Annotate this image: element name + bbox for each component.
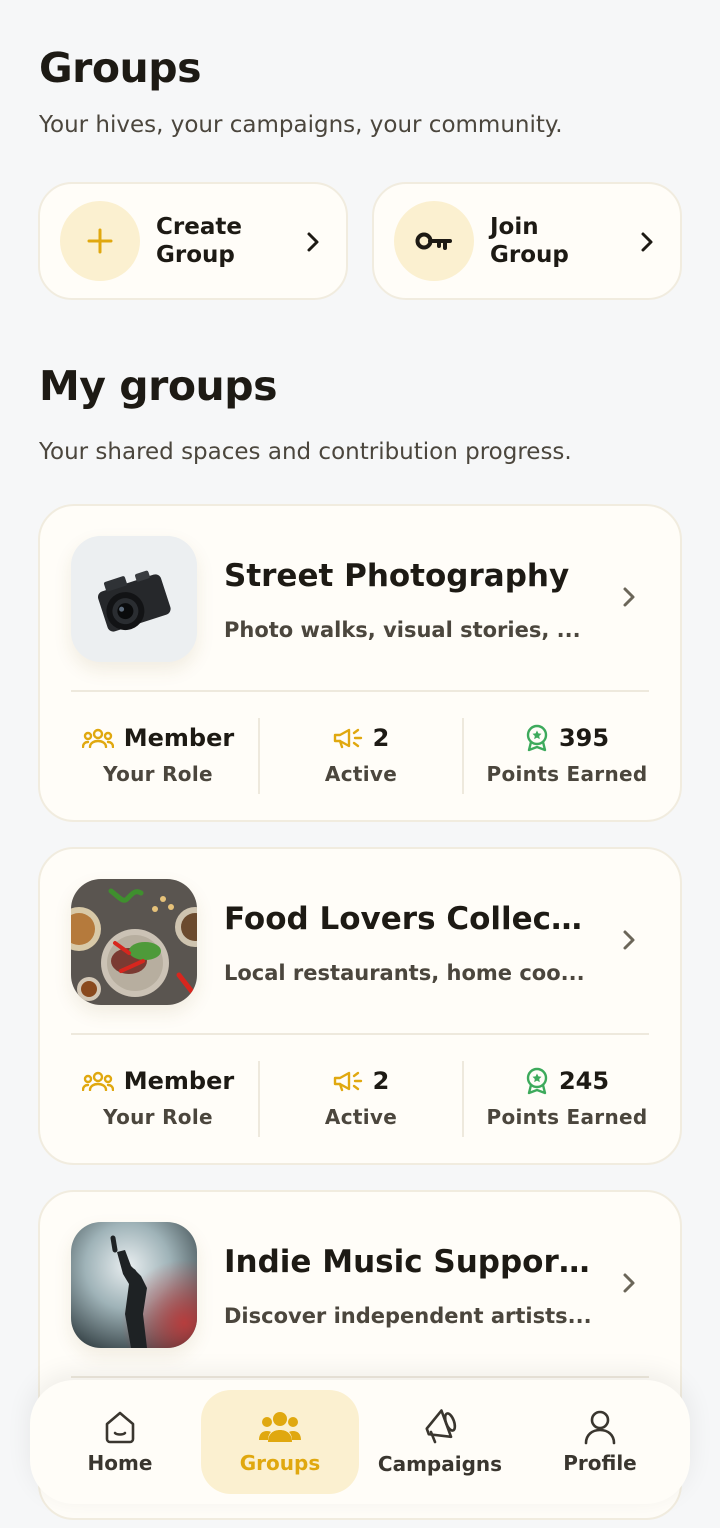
nav-item-campaigns[interactable]: Campaigns	[361, 1390, 519, 1494]
group-thumbnail-camera	[71, 536, 197, 662]
create-group-button[interactable]: Create Group	[38, 182, 348, 300]
nav-label: Profile	[563, 1451, 637, 1475]
stat-active-value: 2	[372, 724, 390, 752]
group-name: Indie Music Support...	[224, 1244, 594, 1280]
group-description: Discover independent artists...	[224, 1304, 592, 1328]
stat-active-label: Active	[324, 1105, 398, 1129]
key-icon	[394, 201, 474, 281]
group-name: Food Lovers Collect...	[224, 901, 594, 937]
card-divider	[71, 690, 649, 692]
stat-active-label: Active	[324, 762, 398, 786]
stat-active: 2 Active	[258, 1061, 464, 1137]
section-title: My groups	[39, 362, 277, 410]
chevron-right-icon	[623, 930, 635, 950]
stat-role-label: Your Role	[103, 762, 213, 786]
group-thumbnail-food	[71, 879, 197, 1005]
megaphone-icon	[425, 1409, 457, 1444]
members-icon	[81, 1071, 114, 1091]
card-divider	[71, 1033, 649, 1035]
stat-role-label: Your Role	[103, 1105, 213, 1129]
chevron-right-icon	[623, 587, 635, 607]
award-icon	[526, 1067, 548, 1095]
megaphone-small-icon	[333, 728, 362, 749]
join-group-button[interactable]: Join Group	[372, 182, 682, 300]
section-subtitle: Your shared spaces and contribution prog…	[39, 439, 572, 465]
bottom-nav: Home Groups Campaigns Profile	[30, 1380, 690, 1504]
stat-points-label: Points Earned	[486, 1105, 648, 1129]
award-icon	[526, 724, 548, 752]
group-card-food-lovers[interactable]: Food Lovers Collect... Local restaurants…	[38, 847, 682, 1165]
stat-points-value: 245	[558, 1067, 610, 1095]
card-divider	[71, 1376, 649, 1378]
stat-points: 395 Points Earned	[464, 716, 670, 796]
group-thumbnail-concert	[71, 1222, 197, 1348]
members-icon	[81, 728, 114, 748]
join-group-label: Join Group	[490, 214, 569, 268]
nav-item-groups[interactable]: Groups	[201, 1390, 359, 1494]
stat-role-value: Member	[123, 724, 235, 752]
nav-item-home[interactable]: Home	[41, 1390, 199, 1494]
stat-active: 2 Active	[258, 718, 464, 794]
group-description: Local restaurants, home coo...	[224, 961, 585, 985]
stat-points-label: Points Earned	[486, 762, 648, 786]
stat-role: Member Your Role	[60, 1059, 256, 1139]
create-group-label: Create Group	[156, 214, 242, 268]
stat-points-value: 395	[558, 724, 610, 752]
profile-icon	[584, 1410, 616, 1445]
nav-item-profile[interactable]: Profile	[521, 1390, 679, 1494]
page-title: Groups	[39, 44, 201, 92]
nav-label: Home	[87, 1451, 153, 1475]
megaphone-small-icon	[333, 1071, 362, 1092]
group-name: Street Photography	[224, 558, 570, 594]
stat-role: Member Your Role	[60, 716, 256, 796]
groups-icon	[259, 1412, 301, 1442]
page-subtitle: Your hives, your campaigns, your communi…	[39, 112, 563, 138]
home-icon	[105, 1411, 135, 1444]
stat-role-value: Member	[123, 1067, 235, 1095]
stat-active-value: 2	[372, 1067, 390, 1095]
group-description: Photo walks, visual stories, ...	[224, 618, 581, 642]
chevron-right-icon	[641, 232, 653, 252]
chevron-right-icon	[623, 1273, 635, 1293]
stat-points: 245 Points Earned	[464, 1059, 670, 1139]
group-card-street-photography[interactable]: Street Photography Photo walks, visual s…	[38, 504, 682, 822]
chevron-right-icon	[307, 232, 319, 252]
plus-icon	[60, 201, 140, 281]
nav-label: Groups	[239, 1451, 321, 1475]
nav-label: Campaigns	[377, 1452, 503, 1476]
